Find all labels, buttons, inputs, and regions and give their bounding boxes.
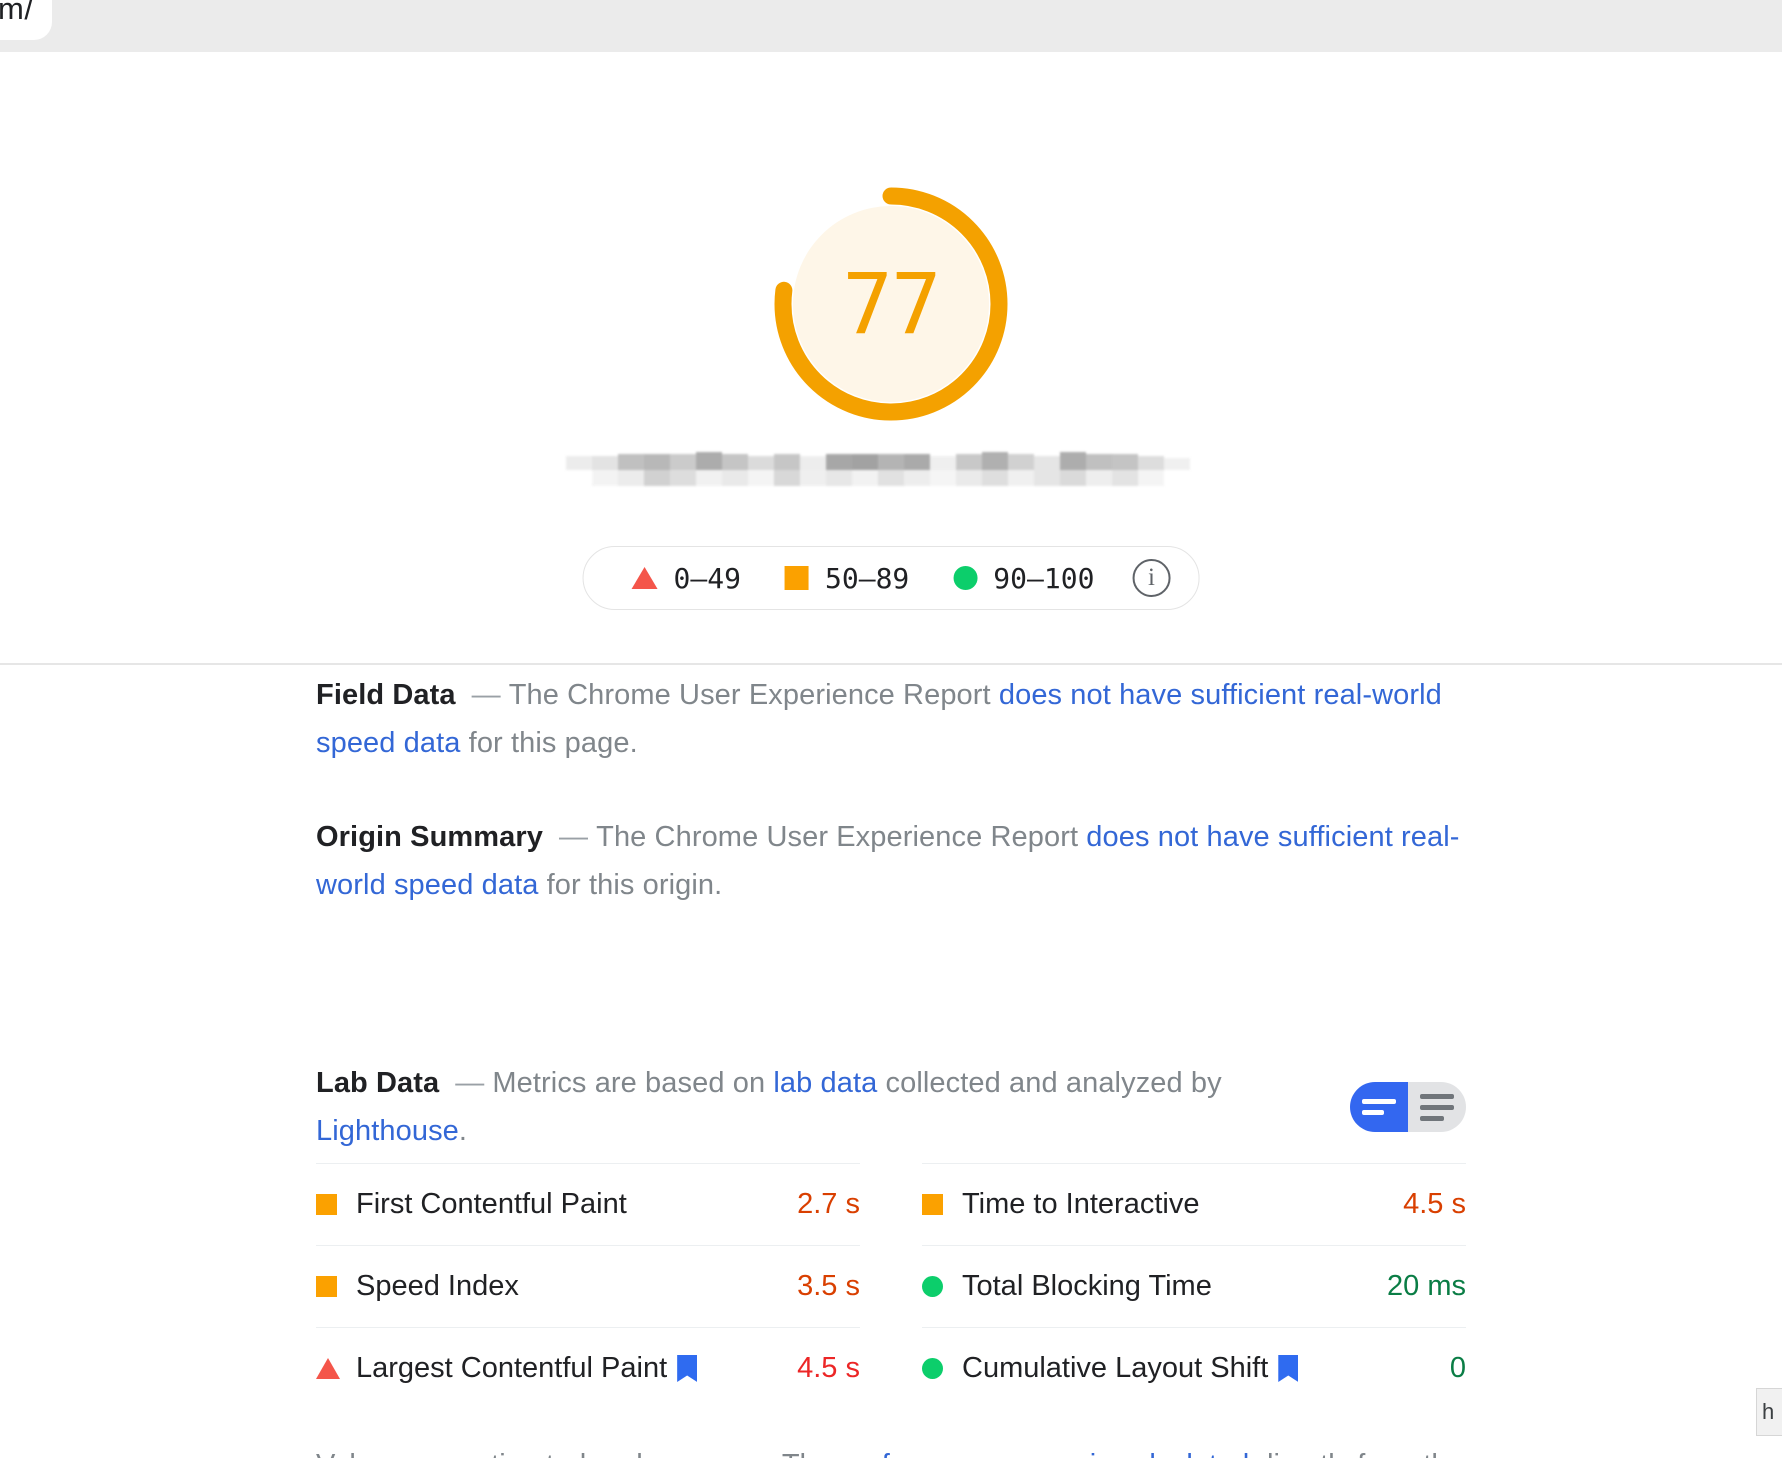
metric-name-text: First Contentful Paint <box>356 1188 627 1221</box>
origin-summary-title: Origin Summary <box>316 821 543 853</box>
triangle-icon <box>632 567 658 589</box>
edge-tooltip-chip: h <box>1756 1388 1782 1436</box>
circle-icon <box>922 1276 943 1297</box>
lab-data-text-middle: collected and analyzed by <box>877 1067 1221 1099</box>
performance-score-link[interactable]: performance score is calculated <box>840 1449 1249 1458</box>
lighthouse-link[interactable]: Lighthouse <box>316 1115 459 1147</box>
edge-tooltip-label: h <box>1762 1399 1774 1425</box>
metric-value: 4.5 s <box>1385 1188 1466 1221</box>
legend-range-average: 50–89 <box>825 562 909 595</box>
metric-label: First Contentful Paint <box>356 1188 779 1221</box>
square-icon <box>922 1194 943 1215</box>
metric-value: 4.5 s <box>779 1352 860 1385</box>
metric-status-indicator <box>922 1358 962 1379</box>
table-row[interactable]: First Contentful Paint 2.7 s <box>316 1163 860 1245</box>
metric-value: 3.5 s <box>779 1270 860 1303</box>
field-data-text-after: for this page. <box>461 727 638 759</box>
square-icon <box>785 566 809 590</box>
metric-value: 2.7 s <box>779 1188 860 1221</box>
score-hero: 77 <box>0 52 1782 612</box>
toggle-compact-view[interactable] <box>1350 1082 1408 1132</box>
field-data-text-before: The Chrome User Experience Report <box>509 679 999 711</box>
table-row[interactable]: Largest Contentful Paint 4.5 s <box>316 1327 860 1409</box>
metric-name-text: Speed Index <box>356 1270 519 1303</box>
score-legend: 0–49 50–89 90–100 i <box>583 546 1200 610</box>
lab-data-text-before: Metrics are based on <box>492 1067 773 1099</box>
metric-value: 20 ms <box>1369 1270 1466 1303</box>
metric-status-indicator <box>316 1358 356 1379</box>
toggle-expanded-view[interactable] <box>1408 1082 1466 1132</box>
browser-chrome-strip: m/ <box>0 0 1782 52</box>
metric-name-text: Cumulative Layout Shift <box>962 1352 1268 1385</box>
metric-status-indicator <box>316 1194 356 1215</box>
browser-tab-label: m/ <box>0 0 33 27</box>
triangle-icon <box>316 1358 340 1379</box>
core-web-vital-bookmark-icon <box>1278 1355 1298 1382</box>
footnote-text-before: Values are estimated and may vary. The <box>316 1449 840 1458</box>
lab-metrics-grid: First Contentful Paint 2.7 s Time to Int… <box>316 1163 1466 1409</box>
legend-item-average: 50–89 <box>763 562 931 595</box>
pixelation-pattern <box>566 444 1216 500</box>
legend-item-good: 90–100 <box>931 562 1116 595</box>
info-icon[interactable]: i <box>1132 559 1170 597</box>
report-body: Field Data—The Chrome User Experience Re… <box>0 613 1782 1458</box>
metric-name-text: Time to Interactive <box>962 1188 1199 1221</box>
metric-label: Largest Contentful Paint <box>356 1352 779 1385</box>
lab-data-header: Lab Data —Metrics are based on lab data c… <box>316 1059 1466 1155</box>
obscured-url-strip <box>566 444 1216 500</box>
table-row[interactable]: Cumulative Layout Shift 0 <box>922 1327 1466 1409</box>
lab-data-title: Lab Data <box>316 1067 439 1099</box>
origin-summary-dash: — <box>559 821 588 853</box>
metric-name-text: Total Blocking Time <box>962 1270 1212 1303</box>
metric-status-indicator <box>922 1276 962 1297</box>
origin-summary-text-before: The Chrome User Experience Report <box>596 821 1086 853</box>
compact-view-icon-line2 <box>1362 1110 1384 1115</box>
origin-summary-section: Origin Summary —The Chrome User Experienc… <box>316 813 1466 909</box>
origin-summary-text-after: for this origin. <box>538 869 722 901</box>
field-data-title: Field Data <box>316 679 456 711</box>
lab-data-description: Lab Data —Metrics are based on lab data c… <box>316 1059 1350 1155</box>
expanded-view-icon <box>1420 1094 1454 1099</box>
legend-range-good: 90–100 <box>993 562 1094 595</box>
expanded-view-icon-line3 <box>1420 1116 1444 1121</box>
compact-view-icon <box>1362 1099 1396 1104</box>
metric-label: Total Blocking Time <box>962 1270 1369 1303</box>
legend-range-poor: 0–49 <box>674 562 741 595</box>
lab-data-footnote: Values are estimated and may vary. The p… <box>316 1443 1466 1458</box>
table-row[interactable]: Speed Index 3.5 s <box>316 1245 860 1327</box>
square-icon <box>316 1194 337 1215</box>
lab-data-text-after: . <box>459 1115 467 1147</box>
lab-data-dash: — <box>455 1067 484 1099</box>
legend-item-poor: 0–49 <box>610 562 763 595</box>
metric-label: Speed Index <box>356 1270 779 1303</box>
view-density-toggle[interactable] <box>1350 1082 1466 1132</box>
lab-data-link[interactable]: lab data <box>773 1067 877 1099</box>
circle-icon <box>922 1358 943 1379</box>
metric-name-text: Largest Contentful Paint <box>356 1352 667 1385</box>
table-row[interactable]: Time to Interactive 4.5 s <box>922 1163 1466 1245</box>
performance-score-gauge: 77 <box>767 180 1015 428</box>
metric-value: 0 <box>1432 1352 1466 1385</box>
footnote-text-after: directly from these <box>1249 1449 1466 1458</box>
field-data-section: Field Data —The Chrome User Experience Re… <box>316 671 1466 767</box>
metric-status-indicator <box>316 1276 356 1297</box>
core-web-vital-bookmark-icon <box>677 1355 697 1382</box>
field-data-dash: — <box>472 679 501 711</box>
browser-tab-remnant[interactable]: m/ <box>0 0 52 40</box>
pagespeed-insights-report: m/ 77 <box>0 0 1782 1458</box>
expanded-view-icon-line2 <box>1420 1105 1454 1110</box>
metric-label: Cumulative Layout Shift <box>962 1352 1432 1385</box>
metric-label: Time to Interactive <box>962 1188 1385 1221</box>
metric-status-indicator <box>922 1194 962 1215</box>
table-row[interactable]: Total Blocking Time 20 ms <box>922 1245 1466 1327</box>
circle-icon <box>953 566 977 590</box>
square-icon <box>316 1276 337 1297</box>
performance-score-value: 77 <box>767 180 1015 428</box>
info-icon-glyph: i <box>1148 564 1155 592</box>
